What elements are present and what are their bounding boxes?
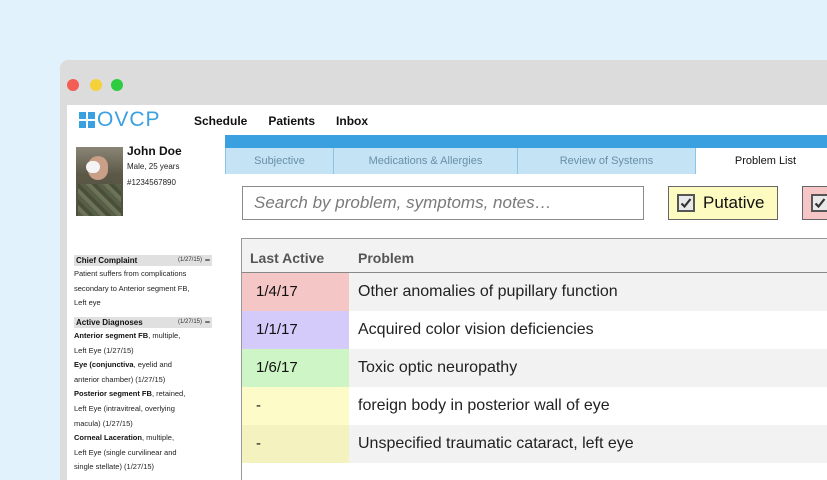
table-row[interactable]: - Unspecified traumatic cataract, left e…	[242, 425, 827, 463]
chief-complaint-line: Patient suffers from complications	[74, 269, 187, 278]
nav-inbox[interactable]: Inbox	[336, 114, 368, 128]
tab-subjective[interactable]: Subjective	[225, 148, 333, 174]
table-row[interactable]: 1/4/17 Other anomalies of pupillary func…	[242, 273, 827, 311]
last-active-cell: 1/4/17	[242, 273, 349, 311]
last-active-cell: 1/6/17	[242, 349, 349, 387]
chief-complaint-line: secondary to Anterior segment FB,	[74, 283, 190, 293]
second-filter[interactable]	[802, 186, 827, 220]
app-content: OVCP Schedule Patients Inbox John Doe Ma…	[67, 105, 827, 480]
patient-sidebar: John Doe Male, 25 years #1234567890 Chie…	[67, 135, 231, 480]
medical-cross-icon	[79, 112, 95, 128]
column-problem[interactable]: Problem	[358, 250, 414, 266]
active-diagnoses-date: (1/27/15)	[177, 319, 202, 325]
collapse-icon[interactable]: −	[205, 317, 210, 327]
logo[interactable]: OVCP	[79, 108, 161, 131]
diagnosis-detail: , multiple,	[148, 331, 181, 340]
browser-window: OVCP Schedule Patients Inbox John Doe Ma…	[60, 60, 827, 480]
diagnosis-item[interactable]: Corneal Laceration, multiple, Left Eye (…	[74, 431, 214, 475]
checkbox-checked-icon[interactable]	[811, 194, 827, 212]
chief-complaint-header[interactable]: Chief Complaint (1/27/15) −	[74, 255, 212, 266]
problem-cell: foreign body in posterior wall of eye	[358, 397, 610, 414]
putative-filter[interactable]: Putative	[668, 186, 778, 220]
diagnosis-detail: , multiple,	[141, 433, 175, 443]
tab-bar: Subjective Medications & Allergies Revie…	[225, 148, 827, 174]
diagnosis-detail: macula) (1/27/15)	[74, 418, 133, 428]
eye-bandage	[86, 161, 100, 173]
nav-patients[interactable]: Patients	[268, 114, 315, 128]
problem-search-input[interactable]	[242, 186, 644, 220]
problem-table: Last Active Problem 1/4/17 Other anomali…	[241, 238, 827, 480]
table-row[interactable]: 1/6/17 Toxic optic neuropathy	[242, 349, 827, 387]
minimize-window-button[interactable]	[90, 79, 102, 91]
diagnosis-name: Corneal Laceration	[74, 433, 142, 443]
diagnosis-item[interactable]: Anterior segment FB, multiple, Left Eye …	[74, 329, 214, 358]
problem-cell: Acquired color vision deficiencies	[358, 321, 594, 338]
tab-problem-list[interactable]: Problem List	[695, 148, 827, 174]
main-panel: Subjective Medications & Allergies Revie…	[225, 135, 827, 480]
diagnosis-detail: Left Eye (1/27/15)	[74, 345, 134, 355]
close-window-button[interactable]	[67, 79, 79, 91]
patient-id: #1234567890	[127, 178, 176, 187]
last-active-cell: -	[242, 425, 349, 463]
diagnosis-detail: anterior chamber) (1/27/15)	[74, 374, 166, 384]
column-last-active[interactable]: Last Active	[250, 250, 324, 266]
patient-photo	[76, 147, 123, 216]
diagnosis-detail: , eyelid and	[133, 360, 172, 370]
uniform	[78, 184, 121, 216]
active-diagnoses-list: Anterior segment FB, multiple, Left Eye …	[74, 329, 214, 475]
table-header: Last Active Problem	[242, 239, 827, 273]
problem-cell: Toxic optic neuropathy	[358, 359, 518, 376]
putative-filter-label: Putative	[703, 193, 765, 212]
patient-demographics: Male, 25 years	[127, 162, 180, 171]
nav-schedule[interactable]: Schedule	[194, 114, 247, 128]
main-nav: Schedule Patients Inbox	[194, 114, 368, 128]
diagnosis-detail: Left Eye (intravitreal, overlying	[74, 403, 175, 413]
diagnosis-item[interactable]: Eye (conjunctiva, eyelid and anterior ch…	[74, 358, 214, 387]
last-active-cell: 1/1/17	[242, 311, 349, 349]
maximize-window-button[interactable]	[111, 79, 123, 91]
chief-complaint-date: (1/27/15)	[177, 257, 202, 263]
diagnosis-name: Anterior segment FB	[74, 331, 149, 340]
problem-cell: Unspecified traumatic cataract, left eye	[358, 435, 634, 452]
active-diagnoses-header[interactable]: Active Diagnoses (1/27/15) −	[74, 317, 212, 328]
logo-text: OVCP	[97, 108, 161, 131]
diagnosis-name: Eye (conjunctiva	[74, 360, 134, 370]
tab-medications-allergies[interactable]: Medications & Allergies	[333, 148, 517, 174]
tab-review-of-systems[interactable]: Review of Systems	[517, 148, 695, 174]
collapse-icon[interactable]: −	[205, 255, 210, 265]
patient-name: John Doe	[127, 144, 182, 158]
diagnosis-detail: single stellate) (1/27/15)	[74, 462, 155, 472]
active-diagnoses-title: Active Diagnoses	[76, 318, 143, 327]
last-active-cell: -	[242, 387, 349, 425]
chief-complaint-text: Patient suffers from complications secon…	[74, 267, 214, 311]
table-row[interactable]: 1/1/17 Acquired color vision deficiencie…	[242, 311, 827, 349]
diagnosis-item[interactable]: Posterior segment FB, retained, Left Eye…	[74, 387, 214, 431]
chief-complaint-title: Chief Complaint	[76, 256, 138, 265]
top-navigation: OVCP Schedule Patients Inbox	[67, 105, 827, 135]
diagnosis-detail: , retained,	[151, 389, 186, 399]
header-strip	[225, 135, 827, 148]
diagnosis-detail: Left Eye (single curvilinear and	[74, 447, 177, 457]
problem-cell: Other anomalies of pupillary function	[358, 283, 618, 300]
table-row[interactable]: - foreign body in posterior wall of eye	[242, 387, 827, 425]
checkbox-checked-icon[interactable]	[677, 194, 695, 212]
chief-complaint-line: Left eye	[74, 298, 101, 308]
diagnosis-name: Posterior segment FB	[74, 389, 152, 399]
